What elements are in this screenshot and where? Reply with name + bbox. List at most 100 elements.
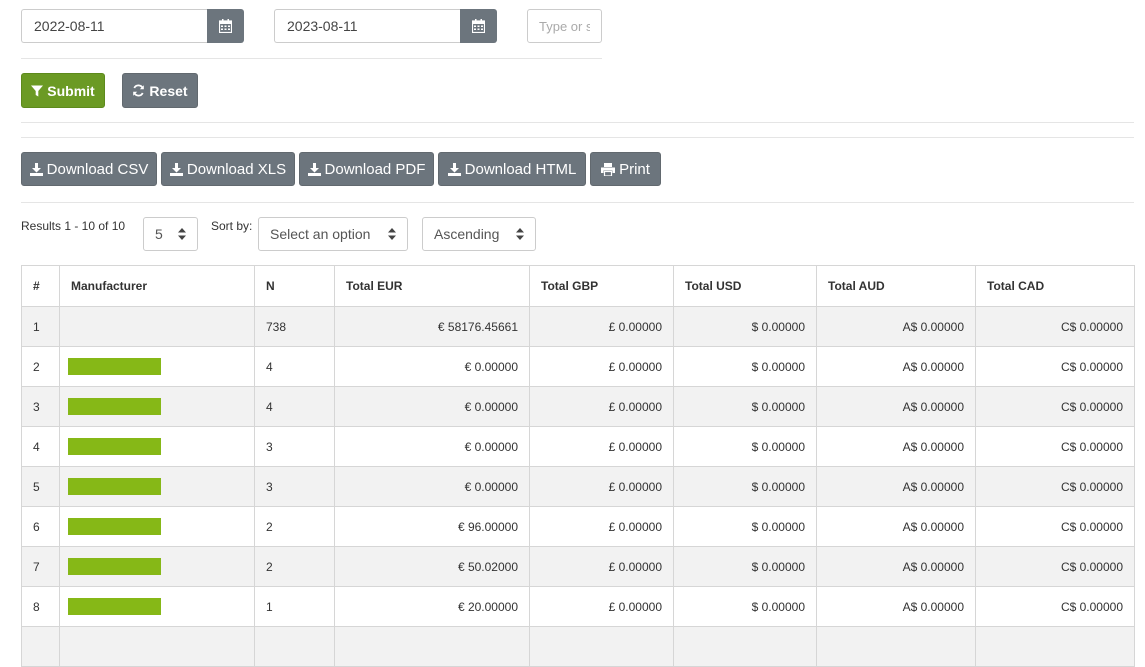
download-xls-button[interactable]: Download XLS (161, 152, 295, 186)
header-total-cad[interactable]: Total CAD (975, 265, 1135, 307)
table-row (21, 626, 1135, 667)
cell-total-usd: $ 0.00000 (673, 426, 817, 467)
search-input[interactable] (527, 9, 602, 43)
sort-order-select[interactable]: Ascending (422, 217, 536, 251)
table-row: 3 4 € 0.00000 £ 0.00000 $ 0.00000 A$ 0.00000 C… (21, 386, 1135, 427)
cell-total-gbp: £ 0.00000 (529, 586, 674, 627)
section-divider-3 (21, 202, 1134, 203)
cell-manufacturer (59, 426, 255, 467)
cell-total-aud: A$ 0.00000 (816, 386, 976, 427)
header-index[interactable]: # (21, 265, 60, 307)
download-html-button[interactable]: Download HTML (438, 152, 586, 186)
header-total-usd[interactable]: Total USD (673, 265, 817, 307)
refresh-icon (133, 84, 145, 97)
cell-total-aud: A$ 0.00000 (816, 506, 976, 547)
cell-total-cad: C$ 0.00000 (975, 426, 1135, 467)
cell-index: 8 (21, 586, 60, 627)
cell-total-cad: C$ 0.00000 (975, 346, 1135, 387)
cell-total-usd: $ 0.00000 (673, 546, 817, 587)
cell-total-gbp: £ 0.00000 (529, 426, 674, 467)
reset-button[interactable]: Reset (122, 73, 198, 108)
header-total-aud[interactable]: Total AUD (816, 265, 976, 307)
sort-arrows-icon (388, 228, 396, 240)
table-header-row: # Manufacturer N Total EUR Total GBP Tot… (21, 265, 1135, 307)
cell-index: 2 (21, 346, 60, 387)
cell-total-aud: A$ 0.00000 (816, 586, 976, 627)
download-csv-label: Download CSV (46, 160, 149, 178)
cell-n: 2 (254, 506, 335, 547)
table-row: 2 4 € 0.00000 £ 0.00000 $ 0.00000 A$ 0.00000 C… (21, 346, 1135, 387)
download-icon (447, 162, 461, 176)
cell-index: 3 (21, 386, 60, 427)
download-csv-button[interactable]: Download CSV (21, 152, 157, 186)
cell-total-usd: $ 0.00000 (673, 386, 817, 427)
results-table: # Manufacturer N Total EUR Total GBP Tot… (21, 265, 1135, 667)
redacted-manufacturer-bar (68, 598, 161, 615)
table-row: 7 2 € 50.02000 £ 0.00000 $ 0.00000 A$ 0.00000… (21, 546, 1135, 587)
cell-total-eur: € 0.00000 (334, 346, 530, 387)
cell-manufacturer (59, 626, 255, 667)
cell-n: 3 (254, 426, 335, 467)
sort-field-value: Select an option (270, 226, 371, 242)
sort-arrows-icon (516, 228, 524, 240)
cell-total-eur: € 50.02000 (334, 546, 530, 587)
date-to-input[interactable] (274, 9, 460, 43)
cell-n: 4 (254, 386, 335, 427)
redacted-manufacturer-bar (68, 438, 161, 455)
print-label: Print (619, 160, 650, 178)
date-from-calendar-button[interactable] (207, 9, 244, 43)
redacted-manufacturer-bar (68, 358, 161, 375)
cell-total-eur (334, 626, 530, 667)
cell-total-usd: $ 0.00000 (673, 466, 817, 507)
per-page-select[interactable]: 5 (143, 217, 198, 251)
cell-manufacturer (59, 586, 255, 627)
cell-total-aud (816, 626, 976, 667)
cell-total-cad: C$ 0.00000 (975, 506, 1135, 547)
cell-index: 6 (21, 506, 60, 547)
cell-total-gbp: £ 0.00000 (529, 386, 674, 427)
cell-total-cad: C$ 0.00000 (975, 386, 1135, 427)
cell-n: 738 (254, 306, 335, 347)
redacted-manufacturer-bar (68, 518, 161, 535)
cell-total-gbp (529, 626, 674, 667)
table-row: 5 3 € 0.00000 £ 0.00000 $ 0.00000 A$ 0.00000 C… (21, 466, 1135, 507)
cell-n: 2 (254, 546, 335, 587)
header-manufacturer[interactable]: Manufacturer (59, 265, 255, 307)
cell-index (21, 626, 60, 667)
sort-arrows-icon (178, 228, 186, 240)
filter-divider (21, 58, 602, 59)
cell-total-cad: C$ 0.00000 (975, 466, 1135, 507)
submit-button[interactable]: Submit (21, 73, 105, 108)
submit-label: Submit (47, 82, 95, 99)
cell-total-aud: A$ 0.00000 (816, 426, 976, 467)
header-total-eur[interactable]: Total EUR (334, 265, 530, 307)
cell-index: 1 (21, 306, 60, 347)
cell-total-usd: $ 0.00000 (673, 506, 817, 547)
table-row: 1 738 € 58176.45661 £ 0.00000 $ 0.00000 A$ 0.… (21, 306, 1135, 347)
cell-index: 7 (21, 546, 60, 587)
header-n[interactable]: N (254, 265, 335, 307)
cell-total-usd (673, 626, 817, 667)
date-from-input[interactable] (21, 9, 207, 43)
cell-manufacturer (59, 346, 255, 387)
print-icon (601, 162, 616, 176)
sort-field-select[interactable]: Select an option (258, 217, 408, 251)
cell-total-cad: C$ 0.00000 (975, 586, 1135, 627)
download-pdf-label: Download PDF (324, 160, 426, 178)
table-row: 6 2 € 96.00000 £ 0.00000 $ 0.00000 A$ 0.00000… (21, 506, 1135, 547)
cell-n: 4 (254, 346, 335, 387)
filter-icon (31, 85, 44, 96)
date-to-calendar-button[interactable] (460, 9, 497, 43)
download-xls-label: Download XLS (186, 160, 287, 178)
cell-index: 4 (21, 426, 60, 467)
print-button[interactable]: Print (590, 152, 661, 186)
download-pdf-button[interactable]: Download PDF (299, 152, 434, 186)
header-total-gbp[interactable]: Total GBP (529, 265, 674, 307)
cell-manufacturer (59, 546, 255, 587)
cell-n (254, 626, 335, 667)
cell-total-eur: € 96.00000 (334, 506, 530, 547)
cell-manufacturer (59, 506, 255, 547)
cell-total-aud: A$ 0.00000 (816, 546, 976, 587)
cell-total-eur: € 58176.45661 (334, 306, 530, 347)
section-divider-2 (21, 137, 1134, 138)
